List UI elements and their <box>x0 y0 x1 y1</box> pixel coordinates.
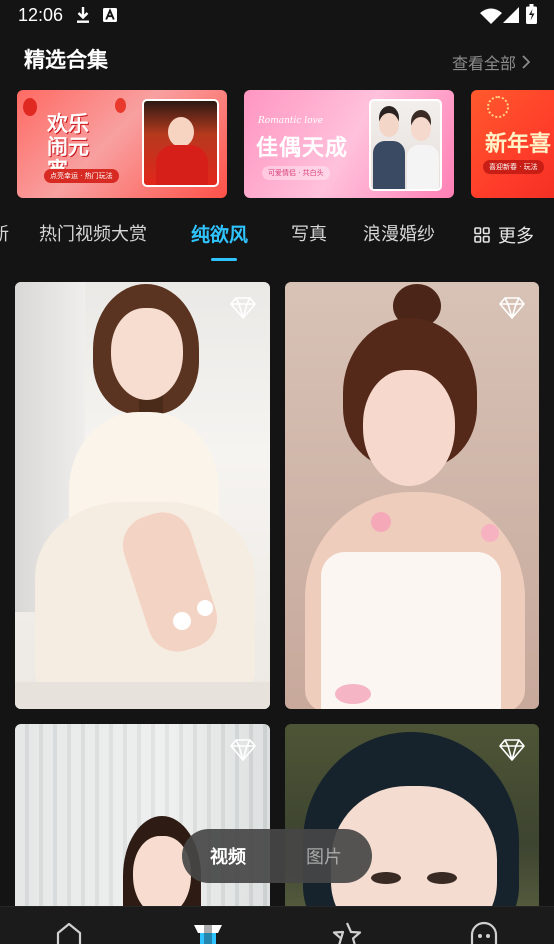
bottom-nav <box>0 906 554 944</box>
banner-subtitle: Romantic love <box>258 116 323 126</box>
tab-portrait[interactable]: 写真 <box>291 220 327 246</box>
banner-new-year[interactable]: 新年喜 喜迎新春 · 玩法 <box>471 90 554 198</box>
card-image <box>15 282 270 709</box>
video-toggle[interactable]: 视频 <box>210 843 246 869</box>
image-toggle[interactable]: 图片 <box>306 843 342 869</box>
battery-icon <box>526 4 537 24</box>
banner-romantic-love[interactable]: Romantic love 佳偶天成 可爱情侣 · 共白头 <box>244 90 454 198</box>
active-tab-indicator <box>211 258 237 261</box>
banner-title: 佳偶天成 <box>256 135 349 161</box>
download-icon <box>77 7 89 23</box>
status-bar: 12:06 <box>0 0 554 32</box>
tab-new[interactable]: 新 <box>0 220 9 246</box>
view-all-label: 查看全部 <box>451 54 516 73</box>
template-card[interactable] <box>15 724 270 924</box>
view-all-link[interactable]: 查看全部 <box>452 50 530 74</box>
templates-icon[interactable] <box>192 923 224 944</box>
tab-hot-videos[interactable]: 热门视频大赏 <box>39 220 147 246</box>
diamond-icon[interactable] <box>499 738 525 762</box>
banner-caption: 可爱情侣 · 共白头 <box>262 166 330 180</box>
diamond-icon[interactable] <box>230 738 256 762</box>
font-a-icon <box>103 8 117 22</box>
banner-photo <box>369 99 442 191</box>
status-time: 12:06 <box>18 5 64 25</box>
media-type-switch: 视频 图片 <box>182 829 372 883</box>
tab-wedding[interactable]: 浪漫婚纱 <box>363 220 435 246</box>
signal-icon <box>503 7 519 23</box>
diamond-icon[interactable] <box>230 296 256 320</box>
card-image <box>285 282 539 709</box>
profile-icon[interactable] <box>470 921 498 944</box>
chevron-right-icon <box>522 55 530 69</box>
category-tabs: 新 热门视频大赏 纯欲风 写真 浪漫婚纱 更多 <box>0 212 554 261</box>
banner-caption: 喜迎新春 · 玩法 <box>483 160 544 174</box>
banner-title: 新年喜 <box>485 131 552 157</box>
more-tabs-label: 更多 <box>498 226 534 247</box>
banner-photo <box>142 99 219 187</box>
grid-icon <box>474 227 490 243</box>
diamond-icon[interactable] <box>499 296 525 320</box>
wifi-icon <box>480 8 502 24</box>
more-tabs-button[interactable]: 更多 <box>474 222 534 248</box>
template-card[interactable] <box>285 724 539 924</box>
template-card[interactable] <box>285 282 539 709</box>
banner-caption: 点亮幸运 · 热门玩法 <box>44 169 119 183</box>
tab-pure-style[interactable]: 纯欲风 <box>191 220 248 247</box>
star-icon[interactable] <box>332 921 362 944</box>
home-icon[interactable] <box>55 921 83 944</box>
template-card[interactable] <box>15 282 270 709</box>
section-title: 精选合集 <box>24 48 108 72</box>
banner-lantern-festival[interactable]: 欢乐闹元宵 点亮幸运 · 热门玩法 <box>17 90 227 198</box>
